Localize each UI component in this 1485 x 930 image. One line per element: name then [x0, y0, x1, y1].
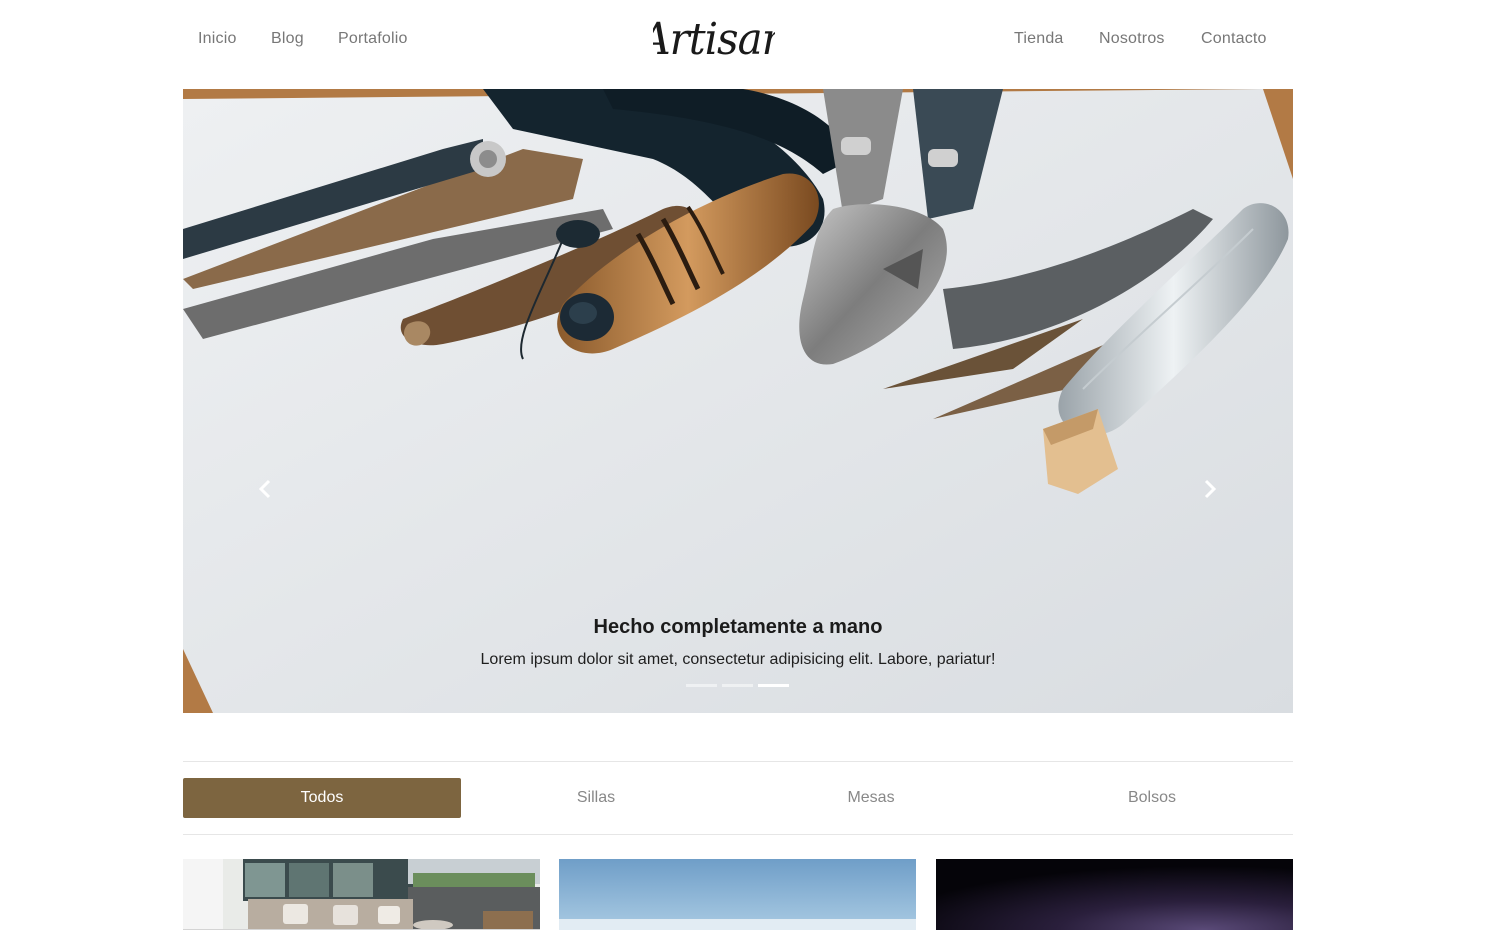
gallery-image-1: [183, 859, 540, 930]
site-logo[interactable]: Artisan: [653, 10, 775, 62]
nav-link-contacto[interactable]: Contacto: [1201, 30, 1267, 48]
filter-button-mesas[interactable]: Mesas: [732, 778, 1010, 818]
nav-link-inicio[interactable]: Inicio: [198, 30, 237, 48]
gallery-item-2[interactable]: [559, 859, 916, 930]
hero-caption-title: Hecho completamente a mano: [593, 616, 883, 638]
nav-link-portafolio[interactable]: Portafolio: [338, 30, 408, 48]
hero-carousel: Hecho completamente a mano Lorem ipsum d…: [183, 89, 1293, 713]
filter-button-bolsos[interactable]: Bolsos: [1013, 778, 1291, 818]
chevron-left-icon: [258, 479, 271, 499]
gallery-item-3[interactable]: [936, 859, 1293, 930]
filter-button-sillas[interactable]: Sillas: [457, 778, 735, 818]
carousel-prev-button[interactable]: [251, 474, 281, 504]
filter-top-divider: [183, 761, 1293, 762]
gallery-item-1[interactable]: [183, 859, 540, 930]
carousel-indicator-3[interactable]: [758, 684, 789, 687]
chevron-right-icon: [1204, 479, 1217, 499]
gallery-image-3: [936, 859, 1293, 930]
nav-link-blog[interactable]: Blog: [271, 30, 304, 48]
site-logo-text: Artisan: [653, 14, 775, 62]
carousel-indicator-1[interactable]: [686, 684, 717, 687]
nav-link-tienda[interactable]: Tienda: [1014, 30, 1064, 48]
carousel-next-button[interactable]: [1194, 474, 1224, 504]
hero-caption-text: Lorem ipsum dolor sit amet, consectetur …: [480, 651, 996, 668]
main-nav: Inicio Blog Portafolio Artisan Tienda No…: [0, 0, 1485, 80]
carousel-indicator-2[interactable]: [722, 684, 753, 687]
nav-link-nosotros[interactable]: Nosotros: [1099, 30, 1165, 48]
gallery-image-2: [559, 859, 916, 930]
filter-bottom-divider: [183, 834, 1293, 835]
filter-button-todos[interactable]: Todos: [183, 778, 461, 818]
